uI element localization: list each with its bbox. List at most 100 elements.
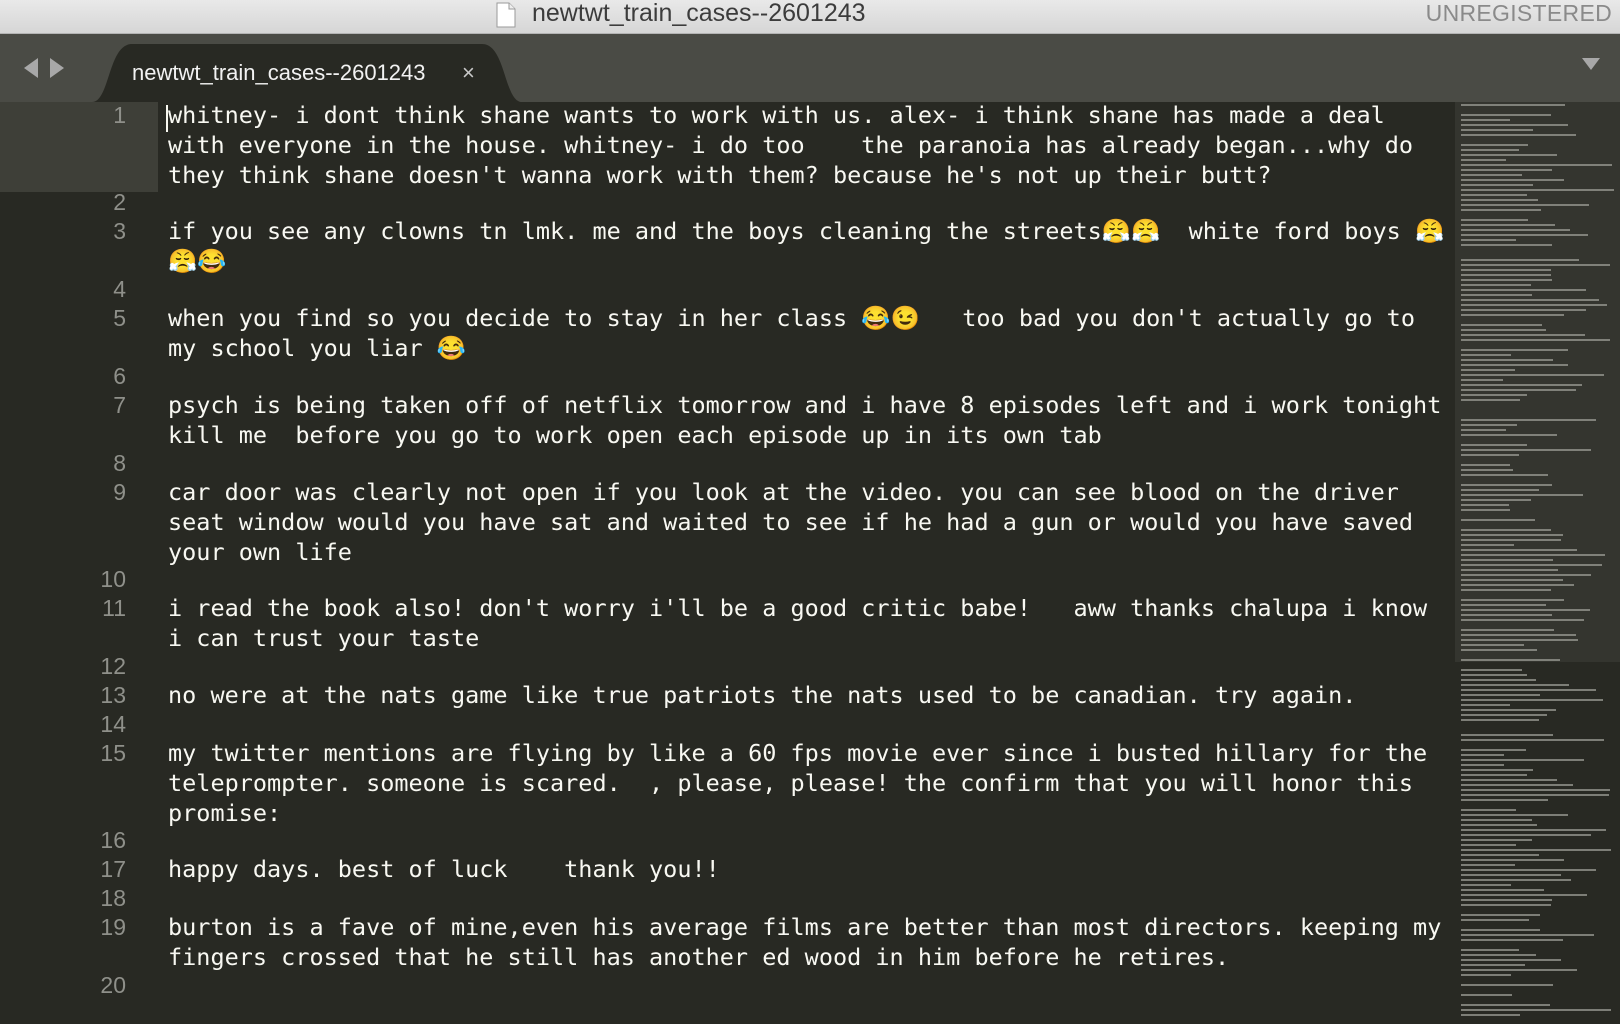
triangle-right-icon[interactable] — [50, 58, 64, 78]
minimap-line — [1461, 269, 1551, 271]
minimap-line — [1461, 954, 1536, 956]
line-number: 16 — [100, 827, 126, 853]
minimap-line — [1461, 1014, 1520, 1016]
minimap-line — [1461, 444, 1527, 446]
line-number: 7 — [113, 392, 126, 418]
minimap-line — [1461, 264, 1610, 266]
minimap-line — [1461, 119, 1510, 121]
minimap-line — [1461, 834, 1591, 836]
minimap-line — [1461, 329, 1546, 331]
minimap-line — [1461, 419, 1596, 421]
minimap-line — [1461, 859, 1564, 861]
line-text: no were at the nats game like true patri… — [168, 681, 1357, 709]
minimap-line — [1461, 559, 1553, 561]
minimap-viewport[interactable] — [1455, 102, 1620, 662]
minimap[interactable] — [1455, 102, 1620, 1024]
line-number: 14 — [100, 711, 126, 737]
chevron-down-icon[interactable] — [1580, 56, 1602, 72]
minimap-line — [1461, 819, 1532, 821]
text-cursor — [166, 105, 168, 132]
minimap-line — [1461, 869, 1596, 871]
minimap-line — [1461, 709, 1556, 711]
minimap-line — [1461, 379, 1503, 381]
minimap-line — [1461, 809, 1516, 811]
minimap-line — [1461, 649, 1537, 651]
line-text: if you see any clowns tn lmk. me and the… — [168, 217, 1445, 275]
minimap-line — [1461, 549, 1577, 551]
minimap-line — [1461, 784, 1573, 786]
line-text: when you find so you decide to stay in h… — [168, 304, 1430, 362]
minimap-line — [1461, 374, 1604, 376]
minimap-line — [1461, 919, 1529, 921]
minimap-line — [1461, 589, 1551, 591]
minimap-line — [1461, 469, 1513, 471]
minimap-line — [1461, 104, 1565, 106]
minimap-line — [1461, 769, 1533, 771]
minimap-line — [1461, 904, 1551, 906]
minimap-line — [1461, 539, 1561, 541]
minimap-line — [1461, 619, 1584, 621]
line-number: 8 — [113, 450, 126, 476]
minimap-line — [1461, 204, 1589, 206]
minimap-line — [1461, 219, 1528, 221]
minimap-line — [1461, 384, 1582, 386]
minimap-line — [1461, 129, 1533, 131]
line-text: psych is being taken off of netflix tomo… — [168, 391, 1455, 449]
minimap-line — [1461, 684, 1569, 686]
minimap-line — [1461, 189, 1614, 191]
minimap-line — [1461, 694, 1540, 696]
minimap-line — [1461, 894, 1587, 896]
minimap-line — [1461, 144, 1528, 146]
minimap-line — [1461, 434, 1557, 436]
minimap-line — [1461, 964, 1525, 966]
line-number: 1 — [113, 102, 126, 128]
minimap-line — [1461, 494, 1583, 496]
minimap-line — [1461, 304, 1607, 306]
minimap-line — [1461, 489, 1539, 491]
minimap-line — [1461, 759, 1584, 761]
editor-pane[interactable]: 1 whitney- i dont think shane wants to wo… — [0, 102, 1455, 1024]
minimap-line — [1461, 519, 1535, 521]
minimap-line — [1461, 369, 1515, 371]
minimap-line — [1461, 209, 1541, 211]
minimap-line — [1461, 739, 1604, 741]
minimap-line — [1461, 569, 1558, 571]
minimap-line — [1461, 364, 1568, 366]
minimap-line — [1461, 849, 1611, 851]
line-text: burton is a fave of mine,even his averag… — [168, 913, 1455, 971]
minimap-line — [1461, 484, 1552, 486]
document-icon — [496, 2, 516, 28]
line-number: 10 — [100, 566, 126, 592]
minimap-line — [1461, 284, 1531, 286]
minimap-line — [1461, 229, 1570, 231]
line-number: 6 — [113, 363, 126, 389]
minimap-line — [1461, 674, 1527, 676]
minimap-line — [1461, 114, 1551, 116]
close-icon[interactable]: × — [462, 60, 475, 86]
minimap-line — [1461, 864, 1515, 866]
minimap-line — [1461, 359, 1553, 361]
tab-strip: newtwt_train_cases--2601243 × — [0, 34, 1620, 102]
minimap-line — [1461, 774, 1527, 776]
minimap-line — [1461, 239, 1516, 241]
minimap-line — [1461, 599, 1564, 601]
minimap-line — [1461, 659, 1560, 661]
line-number: 18 — [100, 885, 126, 911]
minimap-line — [1461, 714, 1547, 716]
line-text: i read the book also! don't worry i'll b… — [168, 594, 1442, 652]
triangle-left-icon[interactable] — [24, 58, 38, 78]
minimap-line — [1461, 159, 1506, 161]
tab-active-file[interactable]: newtwt_train_cases--2601243 × — [92, 44, 522, 102]
minimap-line — [1461, 474, 1548, 476]
minimap-line — [1461, 679, 1536, 681]
line-number: 3 — [113, 218, 126, 244]
line-number: 17 — [100, 856, 126, 882]
minimap-line — [1461, 699, 1603, 701]
minimap-line — [1461, 814, 1568, 816]
minimap-line — [1461, 394, 1527, 396]
minimap-line — [1461, 749, 1526, 751]
minimap-line — [1461, 669, 1522, 671]
minimap-line — [1461, 349, 1568, 351]
line-number: 15 — [100, 740, 126, 766]
minimap-line — [1461, 429, 1506, 431]
